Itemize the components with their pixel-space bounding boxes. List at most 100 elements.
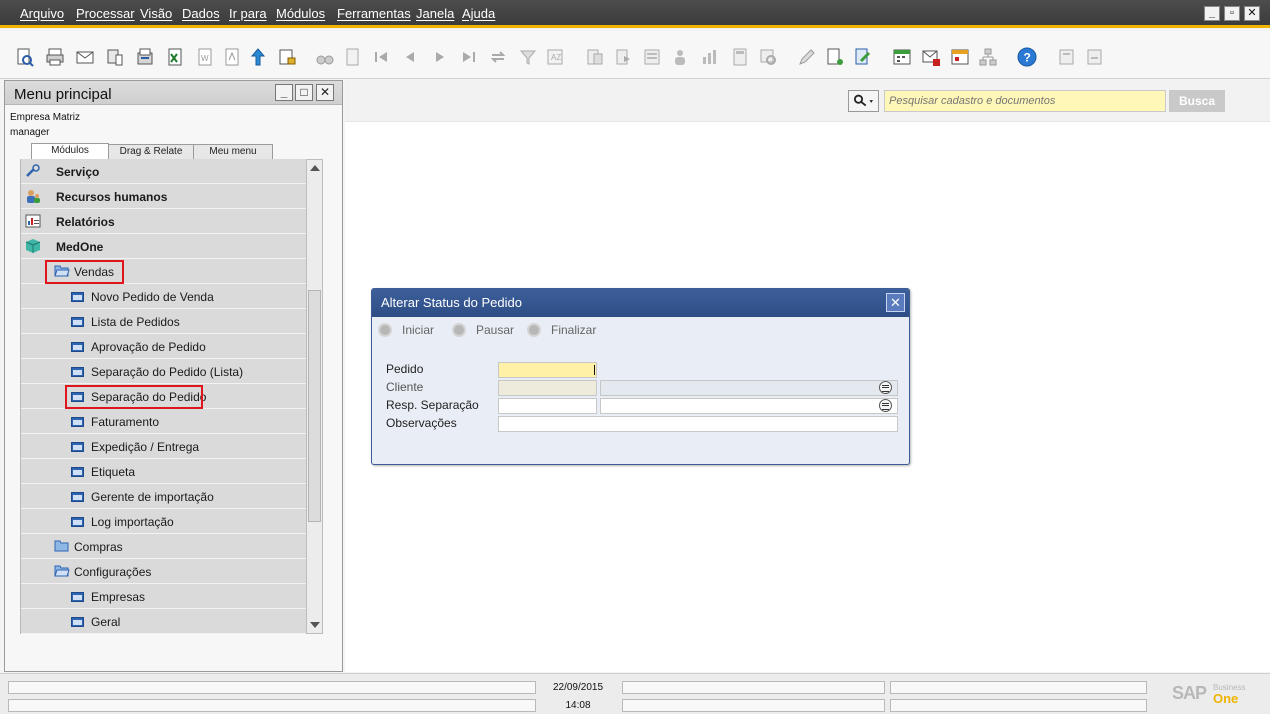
journal-icon[interactable] <box>642 47 662 67</box>
new-document-icon[interactable] <box>825 47 845 67</box>
fax-icon[interactable] <box>135 47 155 67</box>
main-menu-title: Menu principal <box>14 86 112 103</box>
messages-icon[interactable] <box>921 47 941 67</box>
close-app-button[interactable]: ✕ <box>1244 6 1260 21</box>
preview-icon[interactable] <box>15 47 35 67</box>
cliente-lookup-icon[interactable] <box>879 381 892 394</box>
tree-scrollbar[interactable] <box>306 159 323 634</box>
menu-visao[interactable]: Visão <box>140 6 172 21</box>
layout-designer-icon[interactable] <box>1057 47 1077 67</box>
scroll-thumb[interactable] <box>308 290 321 522</box>
previous-record-icon[interactable] <box>400 47 420 67</box>
form-icon <box>71 417 84 427</box>
menu-arquivo[interactable]: Arquivo <box>20 6 64 21</box>
busca-button[interactable]: Busca <box>1169 90 1225 112</box>
excel-export-icon[interactable] <box>165 47 185 67</box>
tree-item[interactable]: Geral <box>21 609 306 634</box>
menu-bar: Arquivo Processar Visão Dados Ir para Mó… <box>0 0 1270 28</box>
email-icon[interactable] <box>75 47 95 67</box>
panel-minimize-button[interactable]: _ <box>275 84 293 101</box>
menu-janela[interactable]: Janela <box>416 6 454 21</box>
menu-dados[interactable]: Dados <box>182 6 220 21</box>
tree-item[interactable]: Recursos humanos <box>21 184 306 209</box>
tree-item[interactable]: Empresas <box>21 584 306 609</box>
start-button[interactable]: Iniciar <box>378 322 434 338</box>
cliente-code-field[interactable] <box>498 380 597 396</box>
query-icon[interactable] <box>758 47 778 67</box>
tree-item[interactable]: Aprovação de Pedido <box>21 334 306 359</box>
tree-item[interactable]: Configurações <box>21 559 306 584</box>
report-icon <box>25 214 41 228</box>
pdf-export-icon[interactable] <box>222 47 242 67</box>
resp-separacao-lookup-icon[interactable] <box>879 399 892 412</box>
sort-icon[interactable]: AZ <box>545 47 565 67</box>
tree-item[interactable]: Gerente de importação <box>21 484 306 509</box>
menu-processar[interactable]: Processar <box>76 6 135 21</box>
finish-button[interactable]: Finalizar <box>527 322 596 338</box>
dialog-close-button[interactable]: ✕ <box>886 293 905 312</box>
users-gray-icon[interactable] <box>670 47 690 67</box>
sms-icon[interactable] <box>105 47 125 67</box>
pause-button[interactable]: Pausar <box>452 322 515 338</box>
word-export-icon[interactable]: W <box>195 47 215 67</box>
svg-text:?: ? <box>1024 51 1031 65</box>
menu-modulos[interactable]: Módulos <box>276 6 325 21</box>
panel-maximize-button[interactable]: □ <box>295 84 313 101</box>
settings-doc-icon[interactable] <box>853 47 873 67</box>
print-layout-icon[interactable] <box>1085 47 1105 67</box>
filter-icon[interactable] <box>518 47 538 67</box>
observacoes-label: Observações <box>386 416 457 430</box>
observacoes-field[interactable] <box>498 416 898 432</box>
tree-item[interactable]: Lista de Pedidos <box>21 309 306 334</box>
scroll-up-icon[interactable] <box>310 165 320 171</box>
minimize-button[interactable]: _ <box>1204 6 1220 21</box>
edit-icon[interactable] <box>797 47 817 67</box>
print-icon[interactable] <box>45 47 65 67</box>
first-record-icon[interactable] <box>372 47 392 67</box>
resp-separacao-name-field[interactable] <box>600 398 898 414</box>
form-icon <box>71 342 84 352</box>
tree-item[interactable]: Etiqueta <box>21 459 306 484</box>
calculator-icon[interactable] <box>730 47 750 67</box>
calendar-icon[interactable] <box>892 47 912 67</box>
tree-item[interactable]: Log importação <box>21 509 306 534</box>
tree-item[interactable]: Serviço <box>21 159 306 184</box>
gear-icon <box>378 322 392 337</box>
next-record-icon[interactable] <box>430 47 450 67</box>
tab-modulos[interactable]: Módulos <box>31 143 109 160</box>
org-chart-icon[interactable] <box>978 47 998 67</box>
resp-separacao-code-field[interactable] <box>498 398 597 414</box>
search-options-button[interactable] <box>848 90 879 112</box>
pedido-field[interactable] <box>498 362 597 378</box>
panel-close-button[interactable]: ✕ <box>316 84 334 101</box>
tab-drag-relate[interactable]: Drag & Relate <box>108 144 194 160</box>
launch-icon[interactable] <box>248 47 268 67</box>
tab-meu-menu[interactable]: Meu menu <box>193 144 273 160</box>
menu-ajuda[interactable]: Ajuda <box>462 6 495 21</box>
search-input[interactable] <box>884 90 1166 112</box>
tree-item[interactable]: Separação do Pedido (Lista) <box>21 359 306 384</box>
status-bar: 22/09/2015 14:08 SAP Business One <box>0 673 1270 714</box>
base-document-icon[interactable] <box>585 47 605 67</box>
tree-item[interactable]: Expedição / Entrega <box>21 434 306 459</box>
scroll-down-icon[interactable] <box>310 622 320 628</box>
menu-ferramentas[interactable]: Ferramentas <box>337 6 411 21</box>
cockpit-icon[interactable] <box>950 47 970 67</box>
gross-profit-icon[interactable] <box>700 47 720 67</box>
tree-item[interactable]: Compras <box>21 534 306 559</box>
menu-ir-para[interactable]: Ir para <box>229 6 267 21</box>
tree-item-label: MedOne <box>56 240 104 254</box>
target-document-icon[interactable] <box>614 47 634 67</box>
lock-doc-icon[interactable] <box>277 47 297 67</box>
tree-item[interactable]: Relatórios <box>21 209 306 234</box>
tree-item[interactable]: Faturamento <box>21 409 306 434</box>
add-record-icon[interactable] <box>342 47 362 67</box>
help-icon[interactable]: ? <box>1017 47 1037 67</box>
pause-label: Pausar <box>476 323 515 337</box>
tree-item[interactable]: Novo Pedido de Venda <box>21 284 306 309</box>
restore-button[interactable]: ▫ <box>1224 6 1240 21</box>
binoculars-icon[interactable] <box>315 47 335 67</box>
refresh-icon[interactable] <box>488 47 508 67</box>
tree-item[interactable]: MedOne <box>21 234 306 259</box>
last-record-icon[interactable] <box>458 47 478 67</box>
